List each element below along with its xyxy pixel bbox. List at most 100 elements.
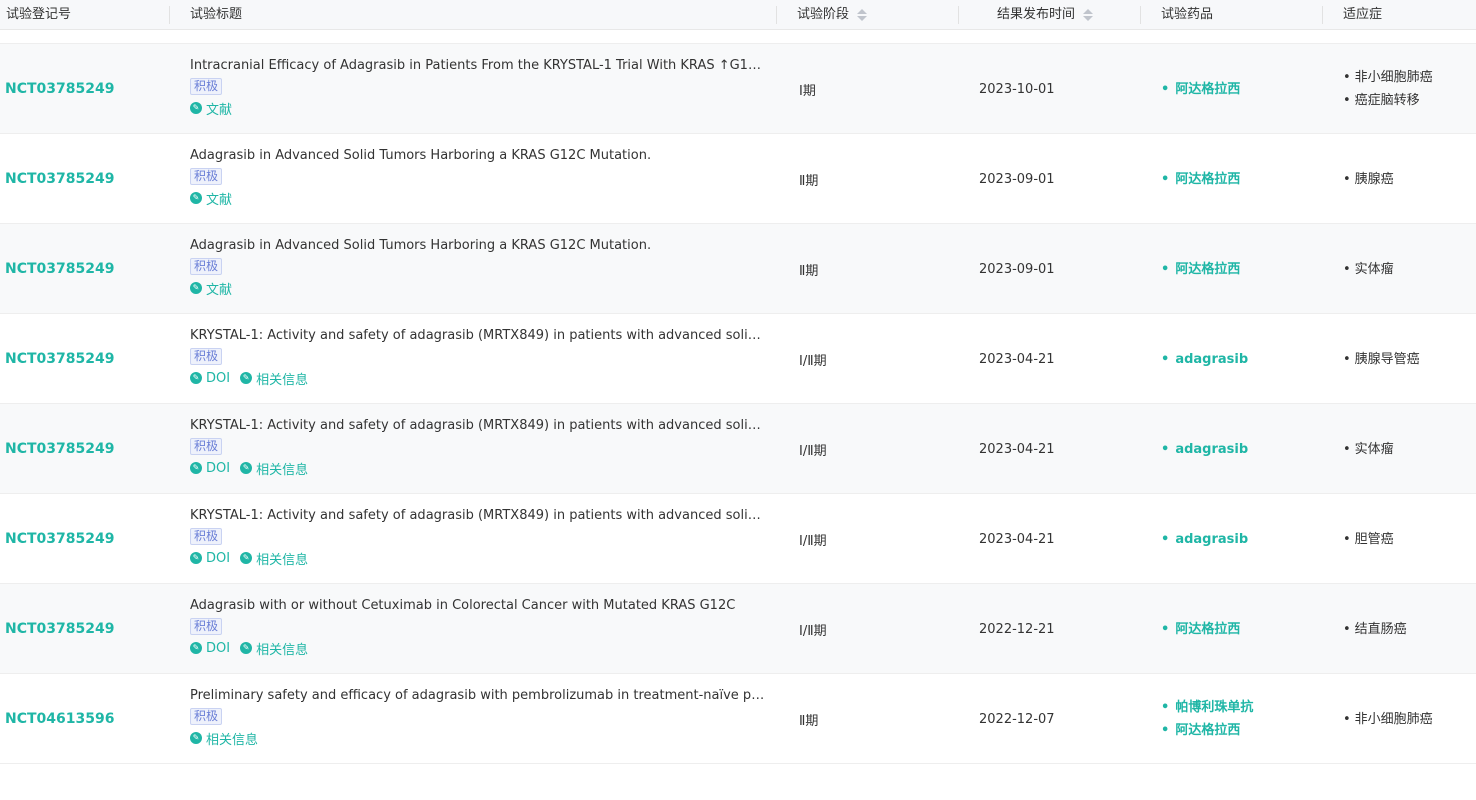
date-value: 2023-09-01 [979, 261, 1055, 277]
nct-link[interactable]: NCT03785249 [5, 531, 114, 547]
phase-value: Ⅰ/Ⅱ期 [799, 533, 827, 549]
link-literature[interactable]: ✎ 文献 [190, 189, 232, 208]
trial-title[interactable]: Adagrasib in Advanced Solid Tumors Harbo… [190, 236, 768, 256]
indication-item: 实体瘤 [1343, 438, 1476, 461]
header-indication: 适应症 [1343, 7, 1383, 22]
indication-cell: 非小细胞肺癌 [1323, 674, 1476, 764]
positive-tag: 积极 [190, 618, 223, 635]
phase-cell: Ⅰ/Ⅱ期 [777, 494, 959, 584]
indication-cell: 结直肠癌 [1323, 584, 1476, 674]
nct-link[interactable]: NCT03785249 [5, 441, 114, 457]
date-cell: 2022-12-21 [959, 584, 1141, 674]
links-group: ✎ 文献 [190, 189, 777, 208]
drug-cell: 阿达格拉西 [1141, 584, 1323, 674]
table-row: NCT03785249 KRYSTAL-1: Activity and safe… [0, 494, 1476, 584]
reg-no-cell: NCT03785249 [0, 224, 170, 314]
date-value: 2023-04-21 [979, 351, 1055, 367]
trial-title[interactable]: KRYSTAL-1: Activity and safety of adagra… [190, 506, 768, 526]
table-row: NCT03785249 KRYSTAL-1: Activity and safe… [0, 314, 1476, 404]
positive-tag: 积极 [190, 258, 223, 275]
link-doi[interactable]: ✎ DOI [190, 461, 230, 476]
phase-cell: Ⅱ期 [777, 224, 959, 314]
link-related-info[interactable]: ✎ 相关信息 [240, 369, 308, 388]
nct-link[interactable]: NCT03785249 [5, 351, 114, 367]
indication-item: 癌症脑转移 [1343, 89, 1476, 112]
phase-cell: Ⅰ/Ⅱ期 [777, 314, 959, 404]
links-group: ✎ DOI ✎ 相关信息 [190, 549, 777, 568]
link-icon: ✎ [190, 192, 202, 204]
link-icon: ✎ [190, 462, 202, 474]
header-date[interactable]: 结果发布时间 [959, 0, 1141, 30]
link-related-info[interactable]: ✎ 相关信息 [240, 639, 308, 658]
date-cell: 2022-12-07 [959, 674, 1141, 764]
header-title: 试验标题 [170, 0, 777, 30]
drug-cell: adagrasib [1141, 314, 1323, 404]
drug-link[interactable]: 阿达格拉西 [1161, 258, 1323, 281]
link-icon: ✎ [190, 642, 202, 654]
drug-link[interactable]: adagrasib [1161, 528, 1323, 551]
nct-link[interactable]: NCT04613596 [5, 711, 114, 727]
links-group: ✎ DOI ✎ 相关信息 [190, 459, 777, 478]
drug-link[interactable]: 阿达格拉西 [1161, 618, 1323, 641]
link-related-info[interactable]: ✎ 相关信息 [190, 729, 258, 748]
indication-cell: 实体瘤 [1323, 224, 1476, 314]
positive-tag: 积极 [190, 708, 223, 725]
phase-value: Ⅰ/Ⅱ期 [799, 623, 827, 639]
sort-phase-icon[interactable] [857, 9, 868, 21]
link-icon: ✎ [240, 372, 253, 384]
table-row: NCT03785249 KRYSTAL-1: Activity and safe… [0, 404, 1476, 494]
drug-link[interactable]: adagrasib [1161, 438, 1323, 461]
table-header: 试验登记号 试验标题 试验阶段 结果发布时间 试验药品 适应症 [0, 0, 1476, 30]
indication-cell: 胰腺癌 [1323, 134, 1476, 224]
phase-cell: Ⅰ/Ⅱ期 [777, 404, 959, 494]
table-row: NCT04613596 Preliminary safety and effic… [0, 674, 1476, 764]
date-value: 2023-09-01 [979, 171, 1055, 187]
indication-item: 胰腺癌 [1343, 168, 1476, 191]
link-doi[interactable]: ✎ DOI [190, 371, 230, 386]
trial-title[interactable]: Adagrasib in Advanced Solid Tumors Harbo… [190, 146, 768, 166]
indication-cell: 胰腺导管癌 [1323, 314, 1476, 404]
nct-link[interactable]: NCT03785249 [5, 621, 114, 637]
date-cell: 2023-09-01 [959, 224, 1141, 314]
header-phase[interactable]: 试验阶段 [777, 0, 959, 30]
link-related-info[interactable]: ✎ 相关信息 [240, 459, 308, 478]
phase-value: Ⅱ期 [799, 263, 819, 279]
drug-link[interactable]: 阿达格拉西 [1161, 719, 1323, 742]
drug-link[interactable]: 阿达格拉西 [1161, 78, 1323, 101]
link-related-info[interactable]: ✎ 相关信息 [240, 549, 308, 568]
drug-cell: 帕博利珠单抗阿达格拉西 [1141, 674, 1323, 764]
nct-link[interactable]: NCT03785249 [5, 81, 114, 97]
title-cell: Adagrasib with or without Cetuximab in C… [170, 584, 777, 674]
trial-title[interactable]: Adagrasib with or without Cetuximab in C… [190, 596, 768, 616]
title-cell: Intracranial Efficacy of Adagrasib in Pa… [170, 44, 777, 134]
link-literature[interactable]: ✎ 文献 [190, 279, 232, 298]
indication-item: 非小细胞肺癌 [1343, 66, 1476, 89]
nct-link[interactable]: NCT03785249 [5, 261, 114, 277]
sort-date-icon[interactable] [1083, 9, 1094, 21]
reg-no-cell: NCT03785249 [0, 314, 170, 404]
header-drug: 试验药品 [1141, 0, 1323, 30]
trial-results-table: 试验登记号 试验标题 试验阶段 结果发布时间 试验药品 适应症 NCT04613… [0, 0, 1476, 800]
nct-link[interactable]: NCT03785249 [5, 171, 114, 187]
link-icon: ✎ [190, 552, 202, 564]
links-group: ✎ DOI ✎ 相关信息 [190, 639, 777, 658]
drug-link[interactable]: 帕博利珠单抗 [1161, 696, 1323, 719]
date-cell: 2023-04-21 [959, 494, 1141, 584]
phase-value: Ⅰ期 [799, 83, 816, 99]
trial-title[interactable]: KRYSTAL-1: Activity and safety of adagra… [190, 416, 768, 436]
phase-value: Ⅱ期 [799, 173, 819, 189]
link-doi[interactable]: ✎ DOI [190, 551, 230, 566]
positive-tag: 积极 [190, 78, 223, 95]
reg-no-cell: NCT03785249 [0, 404, 170, 494]
trial-title[interactable]: Preliminary safety and efficacy of adagr… [190, 686, 768, 706]
trial-title[interactable]: Intracranial Efficacy of Adagrasib in Pa… [190, 56, 768, 76]
indication-item: 胰腺导管癌 [1343, 348, 1476, 371]
indication-cell: 胆管癌 [1323, 494, 1476, 584]
drug-link[interactable]: adagrasib [1161, 348, 1323, 371]
indication-cell: 实体瘤 [1323, 404, 1476, 494]
drug-link[interactable]: 阿达格拉西 [1161, 168, 1323, 191]
link-literature[interactable]: ✎ 文献 [190, 99, 232, 118]
date-cell: 2023-09-01 [959, 134, 1141, 224]
trial-title[interactable]: KRYSTAL-1: Activity and safety of adagra… [190, 326, 768, 346]
link-doi[interactable]: ✎ DOI [190, 641, 230, 656]
